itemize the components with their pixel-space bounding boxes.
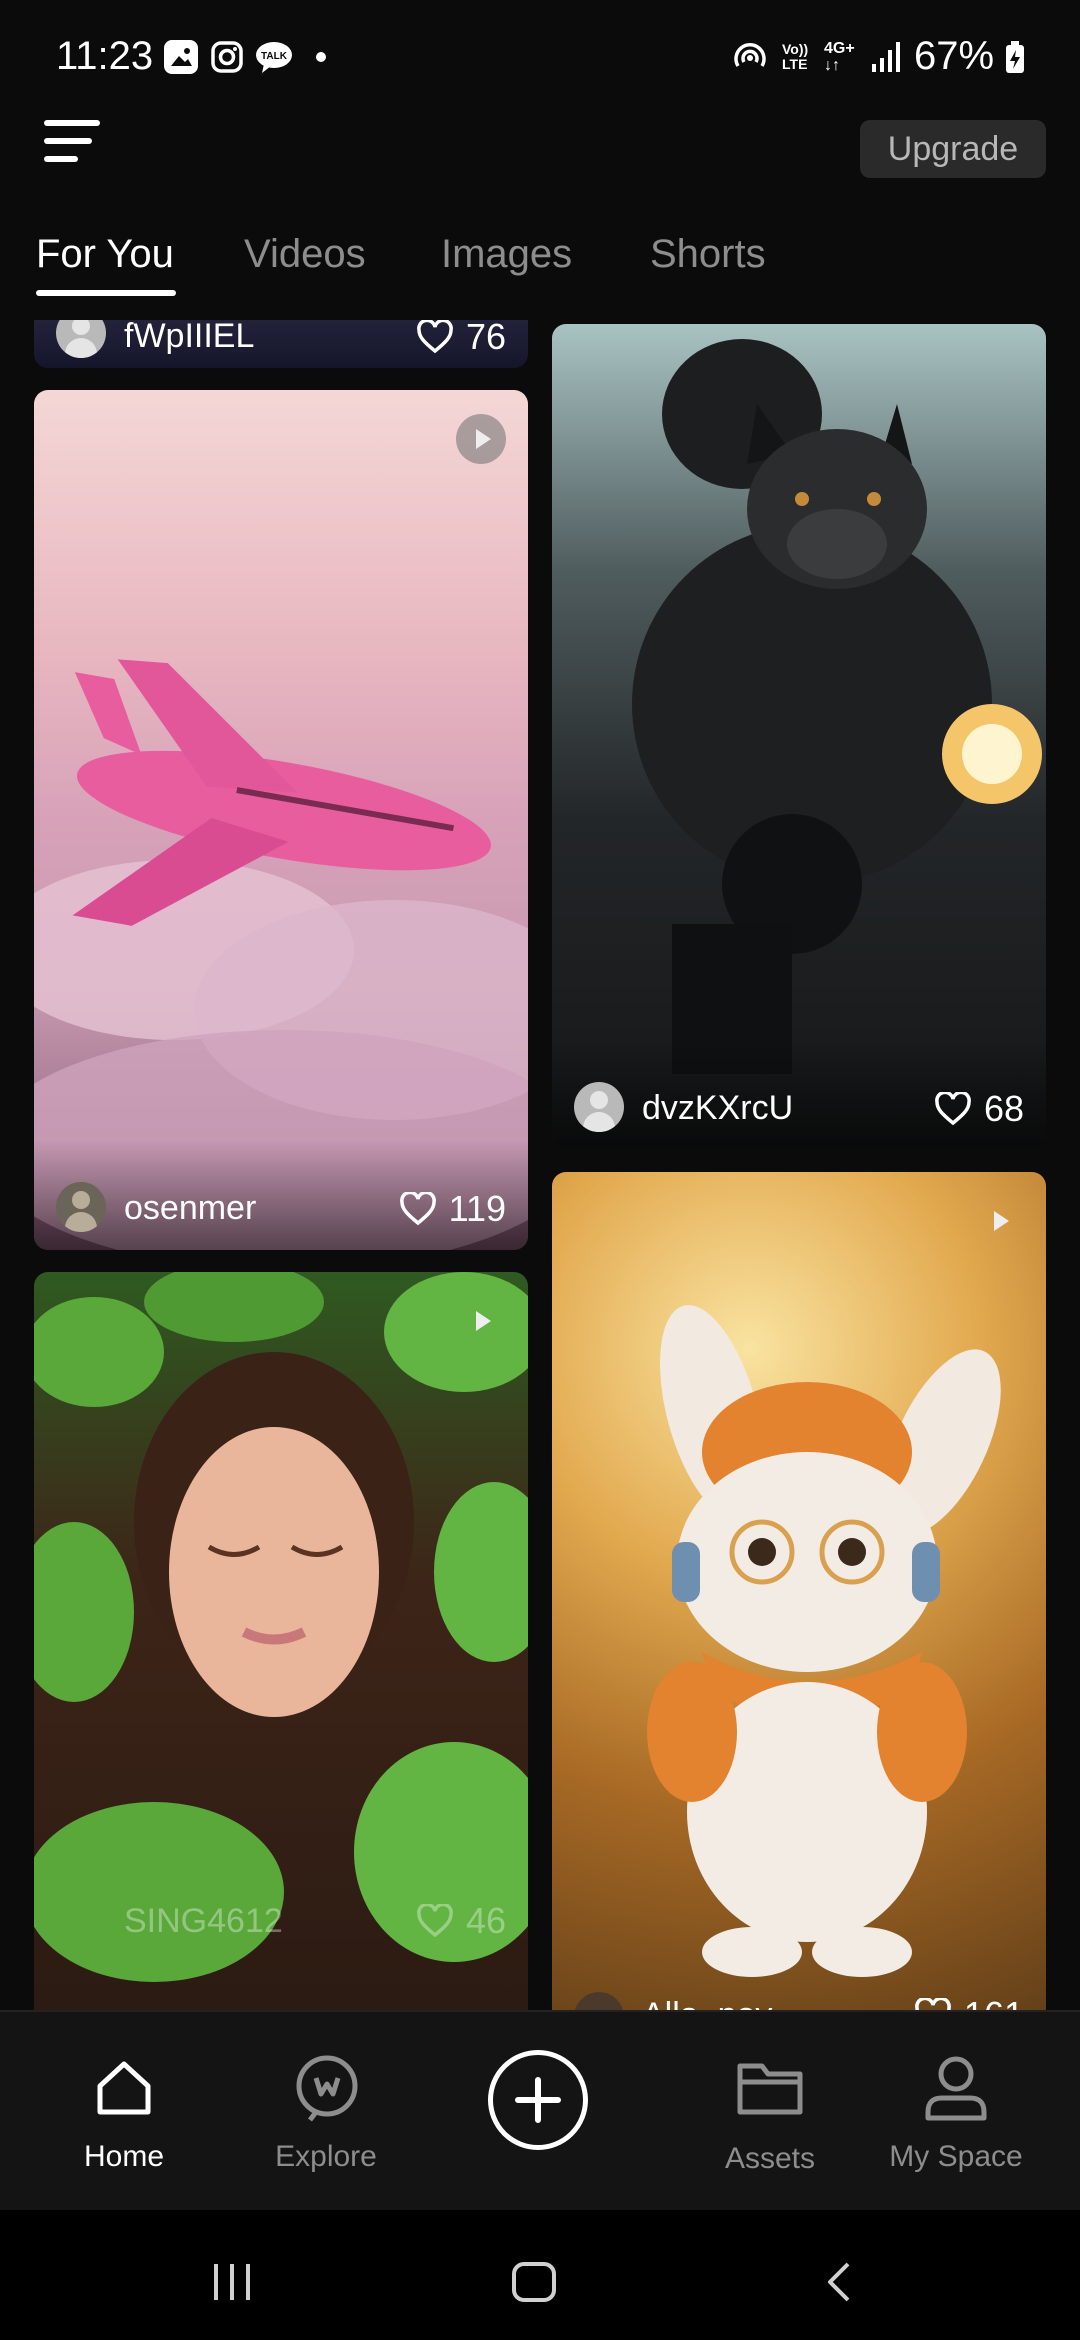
card-image xyxy=(552,1172,1046,2010)
feed-card[interactable]: osenmer 119 xyxy=(34,390,528,1250)
nav-explore[interactable]: Explore xyxy=(246,2012,406,2212)
menu-button[interactable] xyxy=(44,116,104,168)
tab-active-indicator xyxy=(36,290,176,296)
tab-images[interactable]: Images xyxy=(441,232,572,277)
card-username: Alla_nov xyxy=(642,1996,772,2010)
card-username: SING4612 xyxy=(124,1902,283,1940)
back-icon[interactable] xyxy=(822,2260,856,2304)
home-system-icon[interactable] xyxy=(510,2260,558,2304)
nav-my-space[interactable]: My Space xyxy=(876,2012,1036,2212)
battery-icon xyxy=(1004,40,1026,79)
heart-icon xyxy=(417,1904,453,1938)
plus-icon xyxy=(515,2077,561,2123)
recent-apps-icon[interactable] xyxy=(210,2260,254,2304)
nav-explore-label: Explore xyxy=(275,2140,377,2173)
nav-assets[interactable]: Assets xyxy=(690,2012,850,2212)
likes-count: 46 xyxy=(465,1900,506,1941)
status-time: 11:23 xyxy=(56,34,154,78)
card-image xyxy=(34,390,528,1250)
signal-icon xyxy=(870,40,904,79)
folder-icon xyxy=(737,2063,803,2115)
card-likes[interactable]: 76 xyxy=(416,320,506,358)
feed-card[interactable]: dvzKXrcU 68 xyxy=(552,324,1046,1150)
nav-assets-label: Assets xyxy=(724,2142,816,2175)
tab-videos[interactable]: Videos xyxy=(244,232,366,277)
system-navigation-bar xyxy=(0,2210,1080,2340)
card-username: dvzKXrcU xyxy=(642,1089,794,1127)
menu-line xyxy=(44,120,100,126)
menu-line xyxy=(44,138,92,144)
likes-count: 76 xyxy=(465,320,506,357)
gallery-icon xyxy=(164,40,198,74)
card-likes[interactable]: 119 xyxy=(399,1188,506,1230)
menu-line xyxy=(44,156,78,162)
card-image xyxy=(552,324,1046,1150)
card-likes[interactable]: 68 xyxy=(934,1088,1024,1130)
feed-grid[interactable]: fWpIIIEL 76 osenmer 119 dvzKXrcU 68 SING… xyxy=(0,320,1080,2010)
home-icon xyxy=(97,2061,151,2115)
explore-icon xyxy=(296,2055,358,2122)
feed-card[interactable]: fWpIIIEL 76 xyxy=(34,320,528,368)
heart-icon xyxy=(399,1192,436,1226)
heart-icon xyxy=(915,1998,951,2010)
upgrade-button[interactable]: Upgrade xyxy=(860,120,1046,178)
avatar xyxy=(574,1082,624,1132)
svg-text:TALK: TALK xyxy=(261,51,288,62)
feed-card[interactable]: SING4612 46 xyxy=(34,1272,528,2010)
hotspot-icon xyxy=(732,40,766,74)
avatar xyxy=(56,1182,106,1232)
nav-my-space-label: My Space xyxy=(889,2140,1023,2173)
battery-percent: 67% xyxy=(914,34,995,78)
person-icon xyxy=(925,2056,987,2121)
status-bar: 11:23 TALK Vo)) LTE 4G+ ↓↑ 67% xyxy=(0,0,1080,100)
create-button[interactable] xyxy=(488,2050,588,2150)
tab-for-you[interactable]: For You xyxy=(36,232,174,277)
dot-icon xyxy=(316,52,326,62)
feed-card[interactable]: Alla_nov 161 xyxy=(552,1172,1046,2010)
volte-icon: Vo)) LTE xyxy=(782,41,809,72)
4g-icon: 4G+ ↓↑ xyxy=(824,40,855,74)
heart-icon xyxy=(417,320,453,354)
card-likes[interactable]: 161 xyxy=(914,1994,1024,2010)
likes-count: 119 xyxy=(448,1188,506,1229)
talk-icon: TALK xyxy=(254,40,294,74)
instagram-icon xyxy=(210,40,244,74)
heart-icon xyxy=(935,1092,971,1126)
tab-shorts[interactable]: Shorts xyxy=(650,232,766,277)
nav-home-label: Home xyxy=(83,2140,165,2173)
nav-home[interactable]: Home xyxy=(44,2012,204,2212)
likes-count: 161 xyxy=(964,1994,1024,2010)
video-play-icon xyxy=(974,1196,1024,1246)
card-likes[interactable]: 46 xyxy=(416,1900,506,1942)
video-play-icon xyxy=(456,1296,506,1346)
likes-count: 68 xyxy=(983,1088,1024,1129)
card-username: fWpIIIEL xyxy=(124,320,255,355)
video-play-icon xyxy=(456,414,506,464)
card-username: osenmer xyxy=(124,1189,257,1227)
